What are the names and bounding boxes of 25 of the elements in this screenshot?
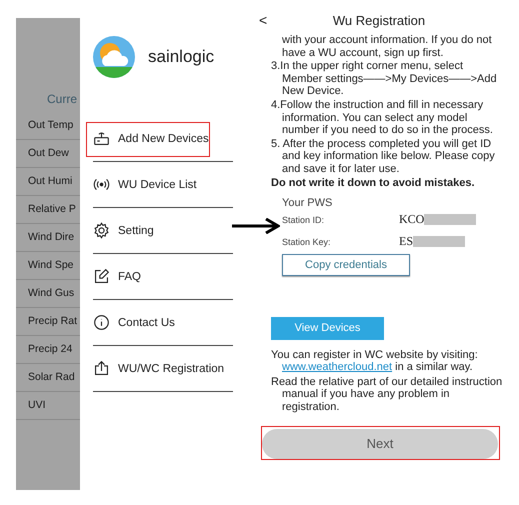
info-text: You can register in WC website by visiting: www.weathercloud.net in a similar way.	[271, 348, 479, 374]
field-label: Station ID:	[282, 214, 326, 225]
instruction-step: 5. After the process completed you will get ID and key information like below. Please copy and save it for later use.	[271, 138, 503, 176]
next-button[interactable]: Next	[262, 428, 498, 458]
screen-title: Wu Registration	[332, 13, 426, 28]
menu-item[interactable]: WU/WC Registration	[93, 360, 224, 377]
instruction-step: with your account information. If you do not have a WU account, sign up first.	[271, 34, 503, 60]
menu-item[interactable]: WU Device List	[93, 176, 197, 193]
instruction-step: 3.In the upper right corner menu, select Member settings——>My Devices——>Add New Device.	[271, 60, 503, 98]
brand-name: sainlogic	[148, 47, 214, 67]
field-label: Station Key:	[282, 236, 332, 247]
menu-item[interactable]: Contact Us	[93, 314, 175, 331]
field-value: KCO	[399, 212, 424, 228]
section-heading: Curre	[46, 92, 78, 106]
copy-button[interactable]: Copy credentials	[282, 254, 410, 276]
back-button[interactable]: <	[259, 12, 268, 28]
section-heading: Your PWS	[282, 196, 334, 209]
warning-text: Do not write it down to avoid mistakes.	[271, 176, 476, 189]
menu-item[interactable]: Add New Devices	[93, 130, 209, 147]
info-text: Read the relative part of our detailed instruction manual if you have any problem in registration.	[271, 376, 503, 414]
menu-item[interactable]: FAQ	[93, 268, 142, 285]
menu-item[interactable]: Setting	[93, 222, 154, 239]
website-link[interactable]: www.weathercloud.net	[282, 361, 392, 374]
instruction-step: 4.Follow the instruction and fill in necessary information. You can select any model number if you need to do so in the process.	[271, 98, 503, 137]
field-value: ES	[399, 234, 414, 250]
